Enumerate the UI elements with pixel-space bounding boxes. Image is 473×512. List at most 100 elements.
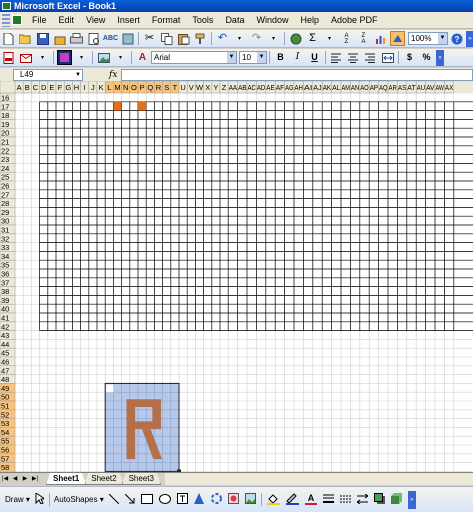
menu-edit[interactable]: Edit	[53, 12, 81, 29]
prev-sheet-icon[interactable]: ◀	[10, 473, 20, 485]
merge-center-icon[interactable]	[380, 50, 395, 65]
insert-picture-icon[interactable]	[244, 493, 256, 506]
fill-color-swatch-icon[interactable]	[57, 50, 72, 65]
menu-tools[interactable]: Tools	[186, 12, 219, 29]
select-all-button[interactable]	[0, 81, 16, 94]
first-sheet-icon[interactable]: |◀	[0, 473, 10, 485]
fill-color-icon[interactable]	[266, 493, 280, 507]
last-sheet-icon[interactable]: ▶|	[30, 473, 40, 485]
redo-dropdown-icon[interactable]: ▾	[266, 31, 281, 46]
diagram-icon[interactable]	[210, 493, 222, 506]
menu-grip-icon[interactable]	[2, 13, 10, 27]
align-left-icon[interactable]	[329, 50, 344, 65]
print-preview-icon[interactable]	[86, 31, 101, 46]
orange-cell[interactable]	[113, 101, 122, 111]
chevron-down-icon[interactable]: ▼	[75, 70, 81, 80]
line-icon[interactable]	[108, 493, 120, 506]
menu-help[interactable]: Help	[294, 12, 325, 29]
font-name-combo[interactable]: Arial ▼	[151, 51, 237, 64]
help-icon[interactable]: ?	[449, 31, 464, 46]
format-painter-icon[interactable]	[193, 31, 208, 46]
menu-data[interactable]: Data	[219, 12, 250, 29]
autoshapes-menu-button[interactable]: AutoShapes ▾	[52, 495, 106, 504]
wordart-icon[interactable]	[193, 493, 205, 506]
research-icon[interactable]	[120, 31, 135, 46]
tab-sheet3[interactable]: Sheet3	[122, 473, 161, 485]
autosum-icon[interactable]: Σ	[305, 31, 320, 46]
worksheet-canvas[interactable]: A B C D E F G H I J K L M N O P Q R S T U V W X Y Z AA AB AC AD AE AF AG…	[0, 81, 473, 472]
chevron-down-icon[interactable]: ▼	[257, 52, 266, 63]
currency-button[interactable]: $	[402, 50, 417, 65]
chart-wizard-icon[interactable]	[373, 31, 388, 46]
font-style-icon[interactable]: A	[135, 50, 150, 65]
hyperlink-icon[interactable]	[288, 31, 303, 46]
rectangle-icon[interactable]	[140, 493, 153, 506]
picture-dropdown-icon[interactable]: ▾	[113, 50, 128, 65]
menu-file[interactable]: File	[26, 12, 53, 29]
formula-input[interactable]	[121, 68, 473, 81]
copy-icon[interactable]	[159, 31, 174, 46]
menu-insert[interactable]: Insert	[111, 12, 146, 29]
line-color-icon[interactable]	[285, 492, 299, 507]
underline-button[interactable]: U	[307, 50, 322, 65]
cut-icon[interactable]: ✂	[142, 31, 157, 46]
horizontal-scrollbar[interactable]	[164, 473, 473, 485]
undo-dropdown-icon[interactable]: ▾	[232, 31, 247, 46]
draw-menu-button[interactable]: Draw ▾	[3, 495, 32, 504]
align-right-icon[interactable]	[363, 50, 378, 65]
oval-icon[interactable]	[158, 493, 171, 506]
text-box-icon[interactable]	[176, 493, 188, 506]
font-size-combo[interactable]: 10 ▼	[239, 51, 267, 64]
percent-button[interactable]: %	[419, 50, 434, 65]
paste-icon[interactable]	[176, 31, 191, 46]
workbook-icon[interactable]	[12, 15, 22, 25]
pdf-email-icon[interactable]	[18, 50, 33, 65]
new-icon[interactable]	[1, 31, 16, 46]
clip-art-icon[interactable]	[227, 493, 239, 506]
spelling-icon[interactable]: ABC	[103, 31, 118, 46]
picture-icon[interactable]	[96, 50, 111, 65]
align-center-icon[interactable]	[346, 50, 361, 65]
pdf-convert-icon[interactable]	[1, 50, 16, 65]
bold-button[interactable]: B	[273, 50, 288, 65]
menu-view[interactable]: View	[80, 12, 111, 29]
chevron-down-icon[interactable]: ▼	[438, 33, 447, 44]
sort-descending-icon[interactable]: ZA	[356, 31, 371, 46]
arrow-style-icon[interactable]	[355, 493, 369, 506]
font-color-icon[interactable]: A	[304, 493, 317, 507]
insert-function-icon[interactable]: fx	[109, 70, 117, 80]
tab-sheet2[interactable]: Sheet2	[84, 473, 123, 485]
active-cell[interactable]	[106, 384, 114, 393]
chevron-down-icon[interactable]: ▼	[227, 52, 236, 63]
fill-dropdown-icon[interactable]: ▾	[74, 50, 89, 65]
menu-window[interactable]: Window	[250, 12, 294, 29]
tab-sheet1[interactable]: Sheet1	[46, 473, 86, 485]
sort-ascending-icon[interactable]: AZ	[339, 31, 354, 46]
arrow-icon[interactable]	[124, 493, 135, 506]
pdf-options-icon[interactable]: ▾	[35, 50, 50, 65]
redo-icon[interactable]: ↷	[249, 31, 264, 46]
save-icon[interactable]	[35, 31, 50, 46]
toolbar-options-icon[interactable]: »	[436, 49, 444, 66]
next-sheet-icon[interactable]: ▶	[20, 473, 30, 485]
print-icon[interactable]	[69, 31, 84, 46]
italic-button[interactable]: I	[290, 50, 305, 65]
menu-format[interactable]: Format	[146, 12, 187, 29]
name-box[interactable]: L49 ▼	[13, 68, 83, 81]
drawing-toggle-icon[interactable]	[390, 31, 405, 46]
open-icon[interactable]	[18, 31, 33, 46]
dash-style-icon[interactable]	[339, 494, 351, 506]
zoom-combo[interactable]: 100% ▼	[408, 32, 448, 45]
permission-icon[interactable]	[52, 31, 67, 46]
autosum-dropdown-icon[interactable]: ▾	[322, 31, 337, 46]
shadow-style-icon[interactable]	[373, 493, 385, 506]
orange-cell[interactable]	[138, 101, 147, 111]
line-style-icon[interactable]	[322, 494, 334, 506]
undo-icon[interactable]: ↶	[215, 31, 230, 46]
select-objects-icon[interactable]	[35, 492, 47, 506]
toolbar-options-icon[interactable]: »	[466, 30, 473, 47]
toolbar-options-icon[interactable]: »	[407, 490, 416, 509]
menu-adobe-pdf[interactable]: Adobe PDF	[325, 12, 384, 29]
worksheet-grid[interactable]: A B C D E F G H I J K L M N O P Q R S T U V W X Y Z AA AB AC AD AE AF AG…	[0, 81, 473, 472]
3d-style-icon[interactable]	[390, 493, 402, 506]
